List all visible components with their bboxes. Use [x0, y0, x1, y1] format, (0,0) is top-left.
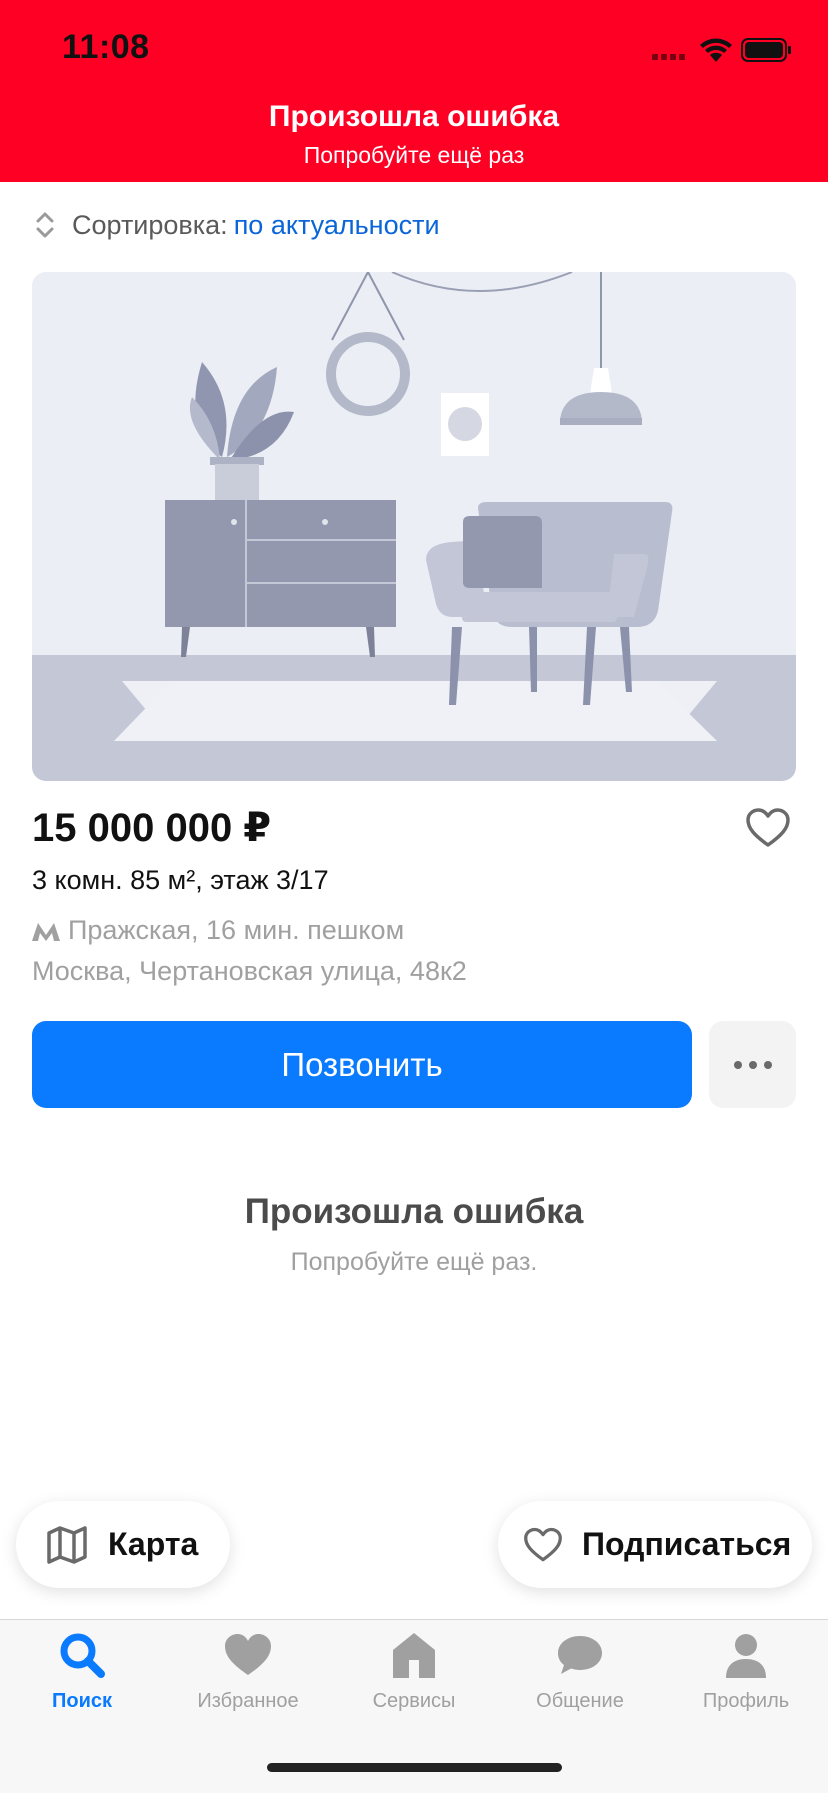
tab-messages-label: Общение — [536, 1690, 624, 1712]
listing-address: Москва, Чертановская улица, 48к2 — [32, 956, 467, 986]
map-button[interactable]: Карта — [16, 1501, 230, 1588]
error-subtitle: Попробуйте ещё раз. — [290, 1248, 538, 1276]
tab-profile[interactable]: Профиль — [676, 1630, 816, 1712]
listing-rooms-area-floor: 3 комн. 85 м², этаж 3/17 — [32, 865, 329, 895]
tab-search-label: Поиск — [51, 1690, 113, 1712]
listing-photo-placeholder[interactable] — [32, 272, 796, 781]
error-title: Произошла ошибка — [244, 1192, 584, 1231]
tab-favorites[interactable]: Избранное — [178, 1630, 318, 1712]
tab-search[interactable]: Поиск — [12, 1630, 152, 1712]
tab-services-label: Сервисы — [372, 1690, 456, 1712]
metro-station-text: Пражская, 16 мин. пешком — [68, 915, 405, 945]
subscribe-button-label: Подписаться — [582, 1526, 792, 1562]
sort-value-link[interactable]: по актуальности — [234, 210, 440, 241]
wifi-icon — [700, 38, 732, 62]
status-icons — [652, 38, 791, 62]
more-options-button[interactable] — [709, 1021, 796, 1108]
room-illustration — [32, 272, 796, 781]
map-button-label: Карта — [108, 1526, 199, 1562]
metro-info: Пражская, 16 мин. пешком — [32, 915, 404, 946]
subscribe-button[interactable]: Подписаться — [498, 1501, 812, 1588]
sort-control[interactable]: Сортировка: по актуальности — [32, 206, 440, 244]
sort-label: Сортировка: — [72, 209, 228, 240]
house-icon — [393, 1633, 435, 1678]
battery-icon — [741, 38, 791, 62]
home-indicator — [267, 1763, 562, 1772]
search-icon — [60, 1633, 105, 1678]
call-button[interactable]: Позвонить — [32, 1021, 692, 1108]
heart-icon — [225, 1634, 271, 1675]
tab-services[interactable]: Сервисы — [344, 1630, 484, 1712]
map-icon — [47, 1525, 87, 1564]
favorite-heart-icon[interactable] — [744, 806, 792, 850]
person-icon — [726, 1634, 766, 1678]
ellipsis-icon — [733, 1060, 772, 1069]
tab-messages[interactable]: Общение — [510, 1630, 650, 1712]
banner-subtitle: Попробуйте ещё раз — [303, 142, 525, 168]
listing-price: 15 000 000 ₽ — [32, 806, 272, 850]
banner-title: Произошла ошибка — [268, 100, 560, 133]
tab-favorites-label: Избранное — [197, 1690, 299, 1712]
chat-icon — [558, 1636, 602, 1674]
heart-outline-icon — [524, 1527, 562, 1561]
status-time: 11:08 — [62, 28, 150, 66]
metro-icon — [32, 922, 60, 941]
tab-profile-label: Профиль — [702, 1690, 790, 1712]
sort-chevrons-icon — [36, 212, 54, 238]
cellular-signal-icon — [652, 54, 685, 60]
